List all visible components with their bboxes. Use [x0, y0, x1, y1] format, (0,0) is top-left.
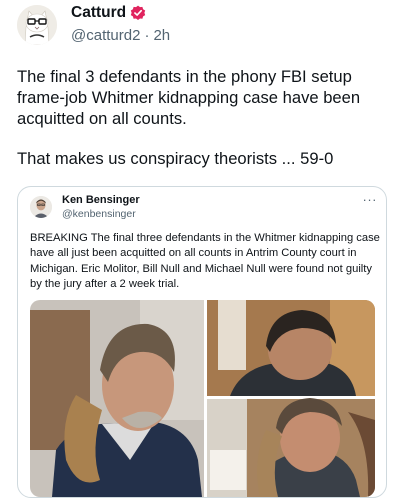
- tweet-text: The final 3 defendants in the phony FBI …: [17, 66, 387, 169]
- verified-badge-icon: [130, 5, 146, 21]
- cat-avatar-icon: [17, 5, 57, 45]
- separator-dot: ·: [144, 27, 150, 44]
- quoted-tweet-media[interactable]: [30, 300, 375, 497]
- courtroom-photo-top-right: [207, 300, 375, 396]
- author-handle[interactable]: @catturd2: [71, 27, 140, 44]
- quoted-author-handle[interactable]: @kenbensinger: [62, 208, 136, 220]
- author-avatar[interactable]: [17, 5, 57, 45]
- tweet-header: Catturd @catturd2 · 2h: [71, 3, 371, 44]
- more-options-icon[interactable]: ···: [363, 192, 378, 207]
- tweet-text-paragraph-1: The final 3 defendants in the phony FBI …: [17, 67, 361, 128]
- person-avatar-icon: [30, 196, 52, 218]
- quoted-author-name[interactable]: Ken Bensinger: [62, 194, 140, 206]
- courtroom-photo-collage: [30, 300, 375, 497]
- courtroom-photo-bottom-right: [207, 398, 375, 497]
- tweet-text-paragraph-2: That makes us conspiracy theorists ... 5…: [17, 149, 334, 168]
- author-name[interactable]: Catturd: [71, 4, 126, 22]
- quoted-author-avatar[interactable]: [30, 196, 52, 218]
- courtroom-photo-left: [30, 300, 204, 497]
- quoted-tweet-card[interactable]: Ken Bensinger @kenbensinger ··· BREAKING…: [17, 186, 387, 498]
- tweet-timestamp[interactable]: 2h: [153, 27, 170, 44]
- quoted-tweet-text: BREAKING The final three defendants in t…: [30, 232, 380, 290]
- tweet[interactable]: Catturd @catturd2 · 2h The final 3 defen…: [0, 0, 396, 500]
